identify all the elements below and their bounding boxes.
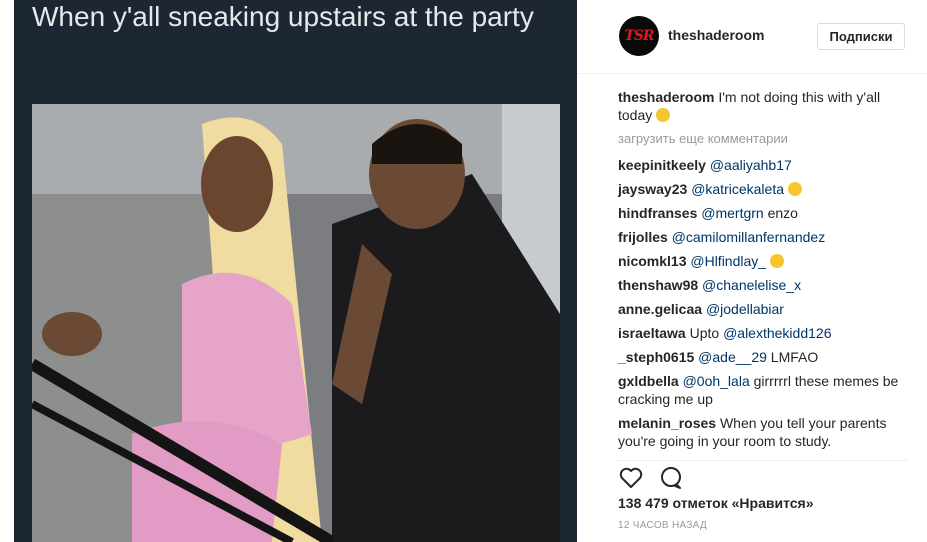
- comment-row: jaysway23 @katricekaleta: [618, 180, 908, 198]
- meme-caption: When y'all sneaking upstairs at the part…: [32, 1, 534, 32]
- following-button[interactable]: Подписки: [817, 23, 905, 50]
- comment-username[interactable]: nicomkl13: [618, 253, 686, 269]
- comment-username[interactable]: _steph0615: [618, 349, 694, 365]
- comments-list: theshaderoom I'm not doing this with y'a…: [618, 88, 908, 456]
- avatar[interactable]: TSR: [619, 16, 659, 56]
- post-sidebar: TSR theshaderoom Подписки theshaderoom I…: [577, 0, 927, 542]
- comment-username[interactable]: jaysway23: [618, 181, 687, 197]
- post-timestamp: 12 ЧАСОВ НАЗАД: [618, 520, 708, 531]
- page-margin: [0, 0, 14, 542]
- comment-row: gxldbella @0oh_lala girrrrrl these memes…: [618, 372, 908, 408]
- comment-row: melanin_roses When you tell your parents…: [618, 414, 908, 450]
- comment-icon[interactable]: [658, 465, 684, 491]
- comment-row: keepinitkeely @aaliyahb17: [618, 156, 908, 174]
- comment-mention-link[interactable]: @mertgrn: [701, 205, 763, 221]
- comment-mention-link[interactable]: @0oh_lala: [683, 373, 750, 389]
- post-media[interactable]: When y'all sneaking upstairs at the part…: [14, 0, 577, 542]
- comment-mention-link[interactable]: @Hlfindlay_: [690, 253, 766, 269]
- laughing-crying-emoji-icon: [769, 254, 784, 268]
- comment-row: thenshaw98 @chanelelise_x: [618, 276, 908, 294]
- smirk-emoji-icon: [787, 182, 802, 196]
- caption-username[interactable]: theshaderoom: [618, 89, 714, 105]
- comment-username[interactable]: melanin_roses: [618, 415, 716, 431]
- post-actions: [618, 460, 908, 490]
- comment-username[interactable]: hindfranses: [618, 205, 697, 221]
- comment-mention-link[interactable]: @camilomillanfernandez: [672, 229, 826, 245]
- comment-row: _steph0615 @ade__29 LMFAO: [618, 348, 908, 366]
- comment-username[interactable]: gxldbella: [618, 373, 679, 389]
- avatar-logo: TSR: [624, 28, 654, 44]
- comment-mention-link[interactable]: @alexthekidd126: [723, 325, 831, 341]
- comment-row: nicomkl13 @Hlfindlay_: [618, 252, 908, 270]
- laughing-crying-emoji-icon: [656, 108, 671, 122]
- comment-mention-link[interactable]: @chanelelise_x: [702, 277, 801, 293]
- account-username[interactable]: theshaderoom: [668, 27, 764, 43]
- load-more-comments-link[interactable]: загрузить еще комментарии: [618, 130, 908, 148]
- comment-mention-link[interactable]: @aaliyahb17: [710, 157, 792, 173]
- comment-username[interactable]: frijolles: [618, 229, 668, 245]
- comment-row: hindfranses @mertgrn enzo: [618, 204, 908, 222]
- comment-mention-link[interactable]: @katricekaleta: [691, 181, 784, 197]
- comment-mention-link[interactable]: @jodellabiar: [706, 301, 784, 317]
- comment-text: Upto: [689, 325, 724, 341]
- comment-mention-link[interactable]: @ade__29: [698, 349, 767, 365]
- comment-username[interactable]: keepinitkeely: [618, 157, 706, 173]
- comment-row: anne.gelicaa @jodellabiar: [618, 300, 908, 318]
- comment-row: israeltawa Upto @alexthekidd126: [618, 324, 908, 342]
- meme-photo: [32, 104, 560, 542]
- comment-username[interactable]: israeltawa: [618, 325, 686, 341]
- post-caption: theshaderoom I'm not doing this with y'a…: [618, 88, 908, 124]
- heart-icon[interactable]: [618, 465, 644, 491]
- comment-text: LMFAO: [766, 349, 819, 365]
- comment-row: frijolles @camilomillanfernandez: [618, 228, 908, 246]
- comment-username[interactable]: anne.gelicaa: [618, 301, 702, 317]
- comment-username[interactable]: thenshaw98: [618, 277, 698, 293]
- post-header: TSR theshaderoom Подписки: [577, 0, 927, 74]
- comment-text: enzo: [763, 205, 798, 221]
- likes-count[interactable]: 138 479 отметок «Нравится»: [618, 495, 814, 511]
